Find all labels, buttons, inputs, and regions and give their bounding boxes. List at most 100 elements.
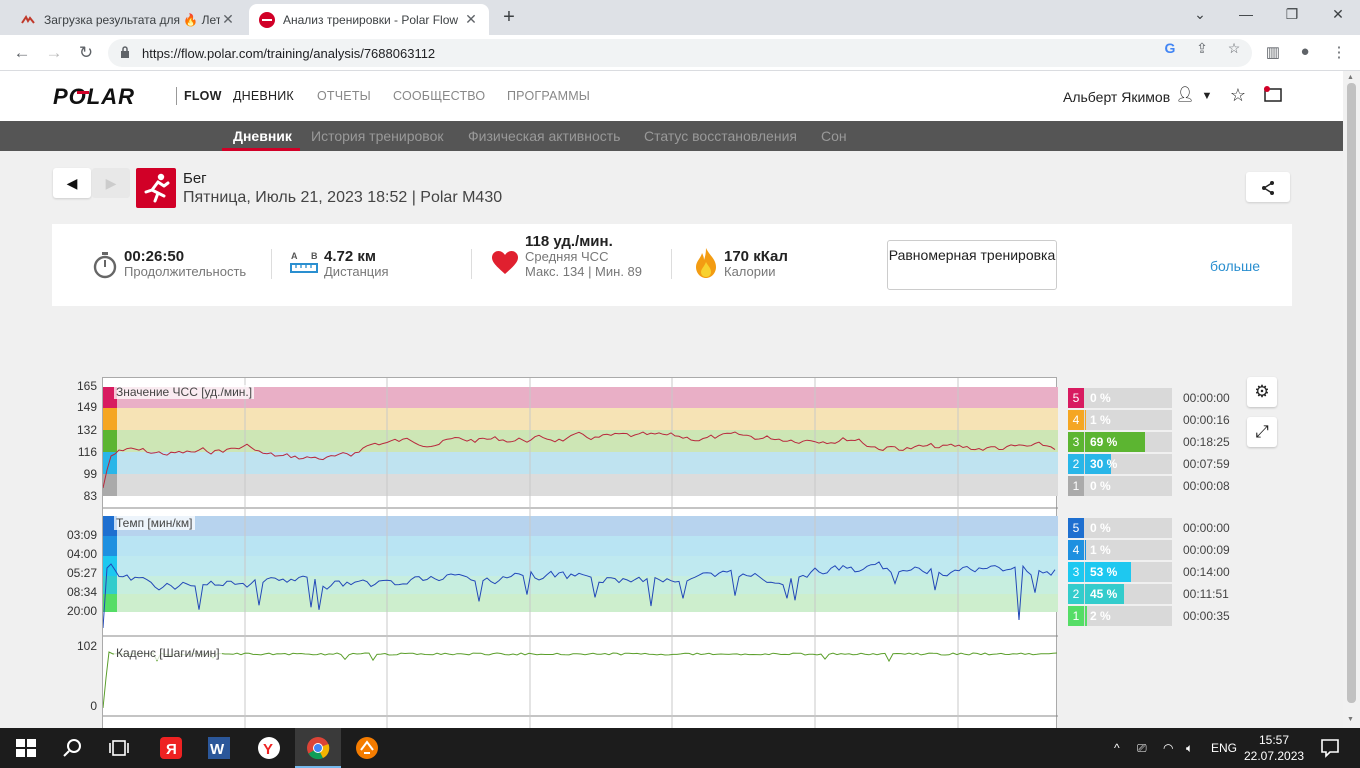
hr-tick: 149 <box>76 400 97 414</box>
app-orange-icon[interactable] <box>355 736 379 760</box>
volume-icon[interactable]: 🔈︎ <box>1186 741 1193 756</box>
notification-box-icon <box>1264 86 1282 102</box>
url-omnibox[interactable]: https://flow.polar.com/training/analysis… <box>108 39 1252 67</box>
pace-zone-strip <box>103 536 117 556</box>
browser-tabstrip: Загрузка результата для 🔥 Лето ✕ Анализ … <box>0 0 1360 35</box>
minimize-icon[interactable]: — <box>1236 6 1256 22</box>
back-icon[interactable]: ← <box>10 41 34 65</box>
heart-icon <box>492 251 518 274</box>
previous-session-button[interactable]: ◀ <box>53 168 91 198</box>
svg-text:POLAR: POLAR <box>53 85 135 107</box>
windows-taskbar: Я W Y ^ ⎚ ◠ 🔈︎ ENG 15:57 22.07.2023 <box>0 728 1360 768</box>
share-page-icon[interactable]: ⇪ <box>1192 40 1212 57</box>
tab-title: Анализ тренировки - Polar Flow <box>283 12 459 27</box>
subnav-history[interactable]: История тренировок <box>311 128 443 144</box>
hr-zone-percent: 0 % <box>1090 479 1111 493</box>
distance-ruler-icon: A B <box>290 251 318 273</box>
chart-settings-button[interactable]: ⚙ <box>1247 377 1277 407</box>
hr-tick: 99 <box>83 467 97 481</box>
page-content: POLAR FLOW ДНЕВНИК ОТЧЕТЫ СООБЩЕСТВО ПРО… <box>0 71 1343 728</box>
pace-zone-band <box>103 576 1058 594</box>
runner-figure-icon <box>144 173 170 203</box>
cadence-tick: 102 <box>76 639 97 653</box>
side-panel-icon[interactable]: ▥ <box>1262 43 1284 61</box>
hr-zone-time: 00:00:00 <box>1183 391 1230 405</box>
restore-icon[interactable]: ❐ <box>1282 6 1302 23</box>
browser-tab-polar[interactable]: Анализ тренировки - Polar Flow ✕ <box>249 4 489 35</box>
menu-kebab-icon[interactable]: ⋮ <box>1328 43 1350 61</box>
search-icon[interactable] <box>61 736 85 760</box>
strava-favicon-icon <box>21 14 35 24</box>
notifications-icon[interactable] <box>1262 85 1284 110</box>
flame-icon <box>696 248 716 278</box>
scrollbar-thumb[interactable] <box>1347 83 1356 703</box>
windows-start-icon[interactable] <box>14 736 38 760</box>
yandex-app-icon[interactable]: Я <box>159 736 183 760</box>
hr-min-max: Макс. 134 | Мин. 89 <box>525 264 643 279</box>
scroll-up-icon[interactable]: ▲ <box>1347 74 1354 81</box>
subnav-diary[interactable]: Дневник <box>233 128 292 144</box>
stopwatch-icon <box>93 252 117 279</box>
bookmark-star-icon[interactable]: ☆ <box>1224 40 1244 57</box>
reload-icon[interactable]: ↻ <box>74 41 98 65</box>
pace-zone-strip <box>103 556 117 576</box>
polar-logo[interactable]: POLAR <box>53 85 168 107</box>
dropdown-caret-icon[interactable]: ▼ <box>1196 90 1218 102</box>
subnav-sleep[interactable]: Сон <box>821 128 847 144</box>
pace-zone-time: 00:00:00 <box>1183 521 1230 535</box>
nav-community[interactable]: СООБЩЕСТВО <box>393 89 485 103</box>
flow-brand[interactable]: FLOW <box>184 89 222 103</box>
nav-reports[interactable]: ОТЧЕТЫ <box>317 89 371 103</box>
system-clock[interactable]: 15:57 22.07.2023 <box>1244 732 1304 764</box>
chrome-taskbar-active[interactable] <box>295 728 341 768</box>
google-lens-icon[interactable]: G <box>1160 40 1180 56</box>
share-button[interactable] <box>1246 172 1290 202</box>
close-tab-icon[interactable]: ✕ <box>220 11 236 28</box>
browser-tab-strava[interactable]: Загрузка результата для 🔥 Лето ✕ <box>10 4 246 35</box>
chart-canvas <box>103 378 1058 728</box>
hr-tick: 83 <box>83 489 97 503</box>
user-icon[interactable]: 👤︎ <box>1174 85 1196 103</box>
tray-chevron-icon[interactable]: ^ <box>1114 741 1120 755</box>
notification-center-icon[interactable] <box>1318 736 1342 760</box>
hr-tick: 165 <box>76 379 97 393</box>
wifi-icon[interactable]: ◠ <box>1163 741 1173 755</box>
next-session-button[interactable]: ▶ <box>92 168 130 198</box>
close-tab-icon[interactable]: ✕ <box>463 11 479 28</box>
expand-chart-button[interactable]: ⤢ <box>1247 417 1277 447</box>
network-adapter-icon[interactable]: ⎚ <box>1137 741 1147 756</box>
hr-label: Средняя ЧСС <box>525 249 609 264</box>
scroll-down-icon[interactable]: ▼ <box>1347 716 1354 723</box>
session-datetime: Пятница, Июль 21, 2023 18:52 | Polar M43… <box>183 189 503 206</box>
close-window-icon[interactable]: ✕ <box>1328 6 1348 23</box>
pace-zone-band <box>103 594 1058 612</box>
analysis-chart[interactable]: Значение ЧСС [уд./мин.] Темп [мин/км] Ка… <box>102 377 1058 728</box>
hr-zone-band <box>103 474 1058 496</box>
duration-value: 00:26:50 <box>124 248 185 265</box>
pace-zone-bar <box>1085 606 1087 626</box>
nav-programs[interactable]: ПРОГРАММЫ <box>507 89 590 103</box>
forward-icon[interactable]: → <box>42 41 66 65</box>
favorites-star-icon[interactable]: ☆ <box>1227 85 1249 106</box>
page-scrollbar[interactable]: ▲ ▼ <box>1343 71 1360 728</box>
more-link[interactable]: больше <box>1210 258 1260 274</box>
language-indicator[interactable]: ENG <box>1211 741 1237 755</box>
new-tab-icon[interactable]: + <box>498 6 520 29</box>
word-app-icon[interactable]: W <box>207 736 231 760</box>
user-name[interactable]: Альберт Якимов <box>1063 89 1170 105</box>
hr-zone-strip <box>103 452 117 474</box>
pace-zone-percent: 0 % <box>1090 521 1111 535</box>
subnav-recovery[interactable]: Статус восстановления <box>644 128 797 144</box>
nav-diary[interactable]: ДНЕВНИК <box>233 89 294 103</box>
svg-text:B: B <box>311 251 318 261</box>
subnav-activity[interactable]: Физическая активность <box>468 128 620 144</box>
task-view-icon[interactable] <box>107 736 131 760</box>
profile-icon[interactable]: ● <box>1294 43 1316 60</box>
share-icon <box>1262 181 1274 196</box>
training-type-button[interactable]: Равномерная тренировка <box>887 240 1057 290</box>
tab-search-icon[interactable]: ⌄ <box>1190 6 1210 23</box>
hr-zone-time: 00:18:25 <box>1183 435 1230 449</box>
yandex-browser-icon[interactable]: Y <box>257 736 281 760</box>
calories-label: Калории <box>724 264 776 279</box>
pace-zone-time: 00:00:09 <box>1183 543 1230 557</box>
